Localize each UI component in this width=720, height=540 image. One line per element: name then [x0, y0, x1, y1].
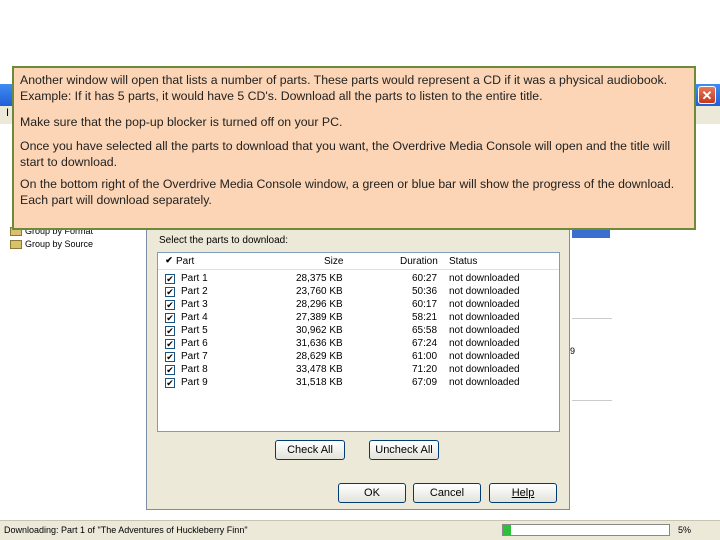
part-name: Part 6 [181, 338, 208, 349]
dialog-label: Select the parts to download: [159, 235, 288, 246]
part-checkbox[interactable]: ✔ [165, 300, 175, 310]
table-row[interactable]: ✔ Part 9 31,518 KB 67:09 not downloaded [158, 377, 559, 390]
tree-item-group-by-source[interactable]: Group by Source [10, 239, 93, 250]
part-duration: 65:58 [412, 325, 438, 336]
part-checkbox[interactable]: ✔ [165, 313, 175, 323]
part-duration: 67:09 [412, 377, 438, 388]
part-size: 33,478 KB [296, 364, 343, 375]
part-status: not downloaded [449, 377, 520, 388]
divider [572, 400, 612, 401]
uncheck-all-button[interactable]: Uncheck All [369, 440, 439, 460]
part-size: 28,375 KB [296, 273, 343, 284]
part-duration: 50:36 [412, 286, 438, 297]
download-progress-percent: 5% [678, 525, 692, 535]
part-status: not downloaded [449, 286, 520, 297]
part-name: Part 3 [181, 299, 208, 310]
part-name: Part 8 [181, 364, 208, 375]
instruction-console-open: Once you have selected all the parts to … [20, 139, 671, 169]
part-duration: 71:20 [412, 364, 438, 375]
column-header-size[interactable]: Size [324, 256, 343, 267]
part-duration: 58:21 [412, 312, 438, 323]
library-tree: Group by Format Group by Source [0, 200, 150, 520]
selected-row-highlight [572, 230, 610, 238]
part-checkbox[interactable]: ✔ [165, 287, 175, 297]
part-status: not downloaded [449, 273, 520, 284]
check-all-checkbox[interactable]: ✔ [164, 256, 174, 266]
part-name: Part 4 [181, 312, 208, 323]
part-name: Part 9 [181, 377, 208, 388]
part-size: 30,962 KB [296, 325, 343, 336]
part-size: 27,389 KB [296, 312, 343, 323]
part-status: not downloaded [449, 299, 520, 310]
part-name: Part 7 [181, 351, 208, 362]
parts-list-header: ✔ Part Size Duration Status [158, 253, 559, 270]
part-name: Part 1 [181, 273, 208, 284]
table-row[interactable]: ✔ Part 2 23,760 KB 50:36 not downloaded [158, 286, 559, 299]
part-status: not downloaded [449, 325, 520, 336]
part-size: 31,636 KB [296, 338, 343, 349]
part-size: 28,296 KB [296, 299, 343, 310]
table-row[interactable]: ✔ Part 3 28,296 KB 60:17 not downloaded [158, 299, 559, 312]
status-bar: Downloading: Part 1 of "The Adventures o… [0, 520, 720, 540]
part-name: Part 2 [181, 286, 208, 297]
instruction-progress: On the bottom right of the Overdrive Med… [20, 177, 675, 207]
download-progress-fill [503, 525, 512, 535]
table-row[interactable]: ✔ Part 4 27,389 KB 58:21 not downloaded [158, 312, 559, 325]
part-checkbox[interactable]: ✔ [165, 352, 175, 362]
part-size: 31,518 KB [296, 377, 343, 388]
table-row[interactable]: ✔ Part 7 28,629 KB 61:00 not downloaded [158, 351, 559, 364]
part-checkbox[interactable]: ✔ [165, 326, 175, 336]
table-row[interactable]: ✔ Part 1 28,375 KB 60:27 not downloaded [158, 273, 559, 286]
download-progress-bar [502, 524, 670, 536]
menu-item-partial[interactable]: I [6, 107, 9, 119]
part-size: 28,629 KB [296, 351, 343, 362]
part-duration: 67:24 [412, 338, 438, 349]
instruction-popup-blocker: Make sure that the pop-up blocker is tur… [20, 115, 343, 129]
download-status-text: Downloading: Part 1 of "The Adventures o… [4, 525, 248, 535]
cancel-button[interactable]: Cancel [413, 483, 481, 503]
part-status: not downloaded [449, 338, 520, 349]
close-icon[interactable]: ✕ [698, 86, 716, 104]
part-duration: 61:00 [412, 351, 438, 362]
parts-download-dialog: Select the parts to download: ✔ Part Siz… [146, 215, 570, 510]
column-header-status[interactable]: Status [449, 256, 477, 267]
part-status: not downloaded [449, 351, 520, 362]
part-name: Part 5 [181, 325, 208, 336]
divider [572, 318, 612, 319]
column-header-part[interactable]: Part [176, 256, 194, 267]
part-duration: 60:17 [412, 299, 438, 310]
instruction-callout: Another window will open that lists a nu… [12, 66, 696, 230]
table-row[interactable]: ✔ Part 6 31,636 KB 67:24 not downloaded [158, 338, 559, 351]
column-header-duration[interactable]: Duration [400, 256, 438, 267]
table-row[interactable]: ✔ Part 8 33,478 KB 71:20 not downloaded [158, 364, 559, 377]
instruction-parts: Another window will open that lists a nu… [20, 73, 668, 103]
help-button[interactable]: Help [489, 483, 557, 503]
part-duration: 60:27 [412, 273, 438, 284]
list-fragment: 9 [570, 346, 576, 356]
table-row[interactable]: ✔ Part 5 30,962 KB 65:58 not downloaded [158, 325, 559, 338]
check-all-button[interactable]: Check All [275, 440, 345, 460]
part-checkbox[interactable]: ✔ [165, 274, 175, 284]
part-size: 23,760 KB [296, 286, 343, 297]
part-checkbox[interactable]: ✔ [165, 365, 175, 375]
part-status: not downloaded [449, 364, 520, 375]
parts-list: ✔ Part Size Duration Status ✔ Part 1 28,… [157, 252, 560, 432]
part-status: not downloaded [449, 312, 520, 323]
ok-button[interactable]: OK [338, 483, 406, 503]
part-checkbox[interactable]: ✔ [165, 378, 175, 388]
folder-icon [10, 240, 22, 250]
part-checkbox[interactable]: ✔ [165, 339, 175, 349]
